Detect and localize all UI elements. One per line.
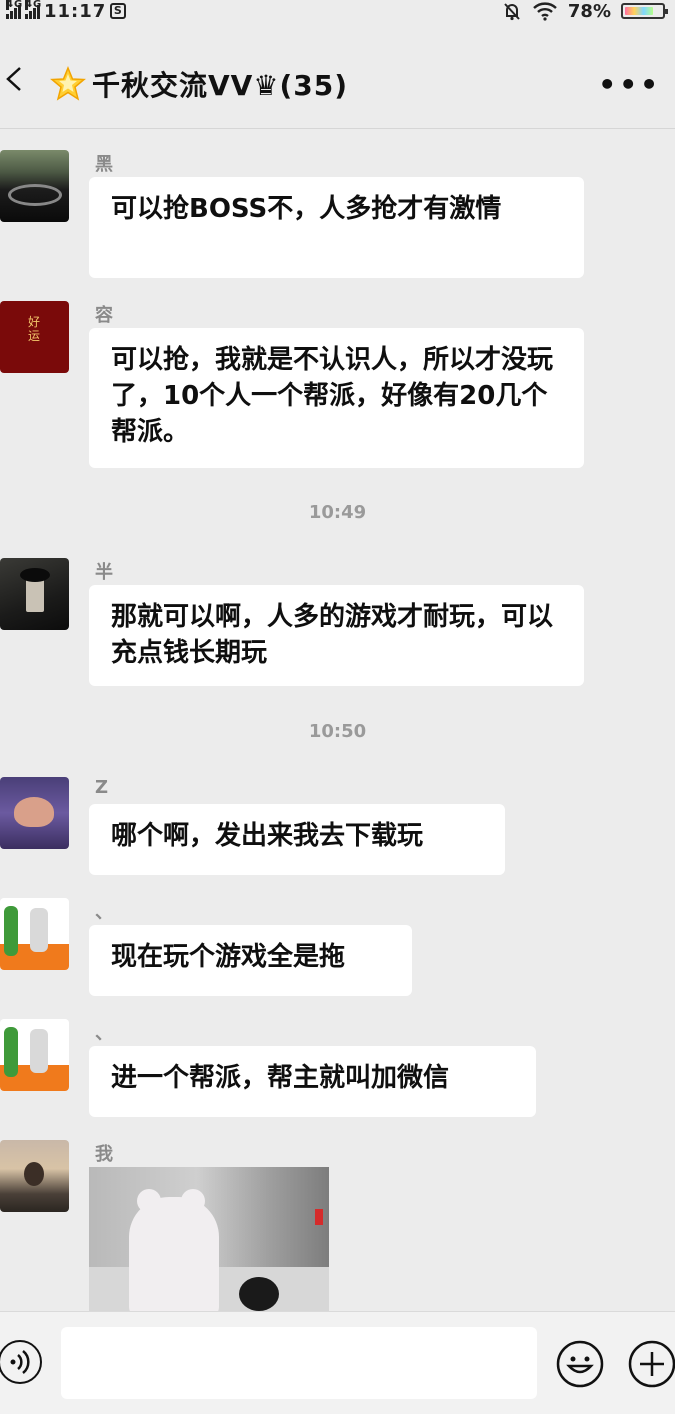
chat-title-group: 千秋交流VV♛(35) [50, 64, 348, 104]
message-bubble[interactable]: 进一个帮派，帮主就叫加微信 [89, 1046, 536, 1117]
avatar[interactable] [0, 150, 69, 222]
signal-icon-2: 4G [25, 0, 43, 19]
star-icon [50, 66, 86, 101]
sender-name: 、 [95, 1023, 113, 1044]
notification-icon: S [110, 3, 127, 19]
avatar[interactable] [0, 1140, 69, 1212]
message-bubble[interactable]: 那就可以啊，人多的游戏才耐玩，可以充点钱长期玩 [89, 585, 584, 686]
avatar[interactable] [0, 898, 69, 970]
battery-percent: 78% [567, 0, 611, 22]
message-bubble[interactable]: 哪个啊，发出来我去下载玩 [89, 804, 505, 875]
network-type-2: 4G [25, 0, 43, 10]
emoji-icon[interactable] [556, 1340, 604, 1388]
avatar[interactable] [0, 777, 69, 849]
avatar-text: 好运 [27, 315, 40, 343]
more-options-icon[interactable]: ••• [598, 71, 661, 99]
avatar[interactable] [0, 558, 69, 630]
message-bubble[interactable]: 可以抢BOSS不，人多抢才有激情 [89, 177, 584, 278]
image-message[interactable] [89, 1167, 329, 1311]
message-input[interactable] [61, 1327, 537, 1399]
timestamp: 10:49 [308, 502, 367, 523]
input-bar [0, 1311, 675, 1414]
mute-bell-icon [504, 3, 520, 21]
status-left: 4G 4G 11:17 S [6, 0, 127, 22]
sender-name: Z [95, 777, 109, 798]
signal-icon-1: 4G [6, 0, 24, 19]
wifi-icon [533, 2, 557, 21]
message-bubble[interactable]: 可以抢，我就是不认识人，所以才没玩了，10个人一个帮派，好像有20几个帮派。 [89, 328, 584, 468]
status-right: 78% [502, 0, 668, 22]
message-bubble[interactable]: 现在玩个游戏全是拖 [89, 925, 412, 996]
status-bar: 4G 4G 11:17 S 78% [0, 0, 675, 28]
network-type-1: 4G [6, 0, 24, 10]
sender-name: 、 [95, 902, 113, 923]
plus-icon[interactable] [628, 1340, 675, 1388]
chat-title: 千秋交流VV♛(35) [92, 69, 349, 102]
back-arrow-icon[interactable] [2, 64, 32, 94]
chat-header: 千秋交流VV♛(35) ••• [0, 28, 675, 129]
battery-fill [625, 7, 653, 15]
voice-input-icon[interactable] [0, 1340, 42, 1384]
avatar[interactable]: 好运 [0, 301, 69, 373]
avatar[interactable] [0, 1019, 69, 1091]
timestamp: 10:50 [308, 721, 367, 742]
status-time: 11:17 [44, 0, 107, 22]
battery-icon [621, 3, 668, 19]
